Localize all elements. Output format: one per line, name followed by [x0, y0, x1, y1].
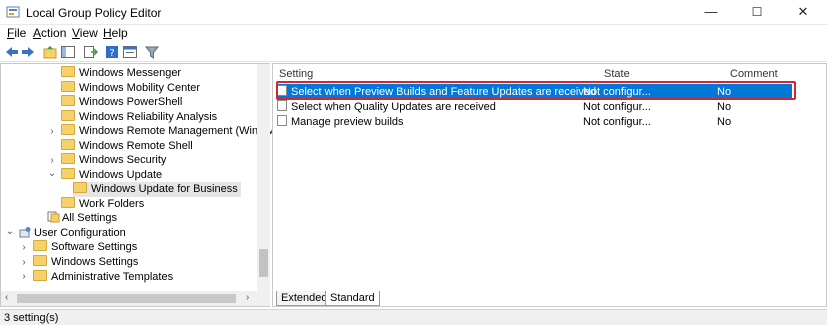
column-header-comment[interactable]: Comment — [730, 68, 778, 80]
chevron-down-icon[interactable]: ⌄ — [5, 226, 15, 237]
scroll-left-icon[interactable]: ‹ — [5, 292, 8, 303]
menu-file-rest: ile — [14, 26, 27, 40]
tree-item-windows-update[interactable]: Windows Update — [61, 168, 162, 183]
folder-icon — [61, 110, 75, 121]
status-bar: 3 setting(s) — [0, 309, 827, 325]
close-button[interactable]: ✕ — [780, 0, 826, 25]
chevron-right-icon[interactable]: › — [19, 271, 29, 282]
forward-arrow-icon[interactable] — [20, 44, 36, 60]
tree-item-windows-mobility-center[interactable]: Windows Mobility Center — [61, 81, 200, 96]
table-row[interactable]: Manage preview builds Not configur... No — [277, 114, 792, 130]
tree-item-user-configuration[interactable]: User Configuration — [19, 226, 126, 241]
tree-item-windows-remote-management[interactable]: Windows Remote Management (WinRM) — [61, 124, 279, 139]
folder-icon — [61, 139, 75, 150]
group-policy-app-icon — [6, 6, 20, 18]
menu-view[interactable]: View — [72, 26, 98, 40]
tree-pane: Windows Messenger Windows Mobility Cente… — [0, 63, 279, 307]
menu-bar: File Action View Help — [0, 25, 827, 42]
user-configuration-icon — [19, 227, 31, 238]
tree-item-windows-remote-shell[interactable]: Windows Remote Shell — [61, 139, 193, 154]
tab-standard[interactable]: Standard — [325, 291, 380, 306]
tree-item-software-settings[interactable]: Software Settings — [33, 240, 137, 255]
folder-icon — [73, 182, 87, 193]
tree-item-work-folders[interactable]: Work Folders — [61, 197, 144, 212]
export-list-icon[interactable] — [82, 44, 98, 60]
view-tabs: Extended Standard — [272, 291, 827, 307]
title-bar: Local Group Policy Editor — ☐ ✕ — [0, 0, 827, 25]
scroll-right-icon[interactable]: › — [246, 292, 249, 303]
column-header-state[interactable]: State — [604, 68, 630, 80]
folder-icon — [33, 255, 47, 266]
show-hide-tree-icon[interactable] — [60, 44, 76, 60]
folder-icon — [61, 153, 75, 164]
properties-icon[interactable] — [122, 44, 138, 60]
tree-item-windows-reliability-analysis[interactable]: Windows Reliability Analysis — [61, 110, 217, 125]
svg-text:?: ? — [109, 48, 114, 59]
window-title: Local Group Policy Editor — [26, 6, 162, 20]
maximize-button[interactable]: ☐ — [734, 0, 780, 25]
tree-item-windows-update-for-business[interactable]: Windows Update for Business — [73, 182, 241, 197]
chevron-right-icon[interactable]: › — [47, 126, 57, 137]
folder-icon — [61, 124, 75, 135]
folder-icon — [61, 197, 75, 208]
folder-icon — [33, 240, 47, 251]
menu-action[interactable]: Action — [33, 26, 66, 40]
help-icon[interactable]: ? — [104, 44, 120, 60]
status-text: 3 setting(s) — [4, 312, 59, 324]
folder-icon — [61, 66, 75, 77]
chevron-right-icon[interactable]: › — [19, 242, 29, 253]
tab-extended[interactable]: Extended — [276, 291, 333, 306]
folder-icon — [33, 270, 47, 281]
menu-file[interactable]: File — [7, 26, 26, 40]
back-arrow-icon[interactable] — [4, 44, 20, 60]
tree-item-windows-messenger[interactable]: Windows Messenger — [61, 66, 181, 81]
filter-icon[interactable] — [144, 44, 160, 60]
tree-item-windows-settings[interactable]: Windows Settings — [33, 255, 138, 270]
chevron-right-icon[interactable]: › — [19, 257, 29, 268]
column-header-setting[interactable]: Setting — [279, 68, 313, 80]
menu-help[interactable]: Help — [103, 26, 128, 40]
folder-icon — [61, 168, 75, 179]
tree-item-windows-security[interactable]: Windows Security — [61, 153, 166, 168]
tree-item-all-settings[interactable]: All Settings — [47, 211, 117, 226]
policy-setting-icon — [277, 100, 287, 111]
all-settings-icon — [47, 211, 60, 223]
folder-icon — [61, 95, 75, 106]
table-row[interactable]: Select when Quality Updates are received… — [277, 99, 792, 115]
tree-vertical-scroll-thumb[interactable] — [259, 249, 268, 277]
highlight-box — [276, 81, 796, 100]
chevron-down-icon[interactable]: ⌄ — [47, 168, 57, 179]
policy-setting-icon — [277, 115, 287, 126]
tree-item-windows-powershell[interactable]: Windows PowerShell — [61, 95, 182, 110]
tree-item-administrative-templates[interactable]: Administrative Templates — [33, 270, 173, 285]
tree-horizontal-scroll-thumb[interactable] — [17, 294, 236, 303]
folder-icon — [61, 81, 75, 92]
minimize-button[interactable]: — — [688, 0, 734, 25]
up-folder-icon[interactable] — [42, 44, 58, 60]
chevron-right-icon[interactable]: › — [47, 155, 57, 166]
toolbar: ? — [0, 42, 827, 62]
